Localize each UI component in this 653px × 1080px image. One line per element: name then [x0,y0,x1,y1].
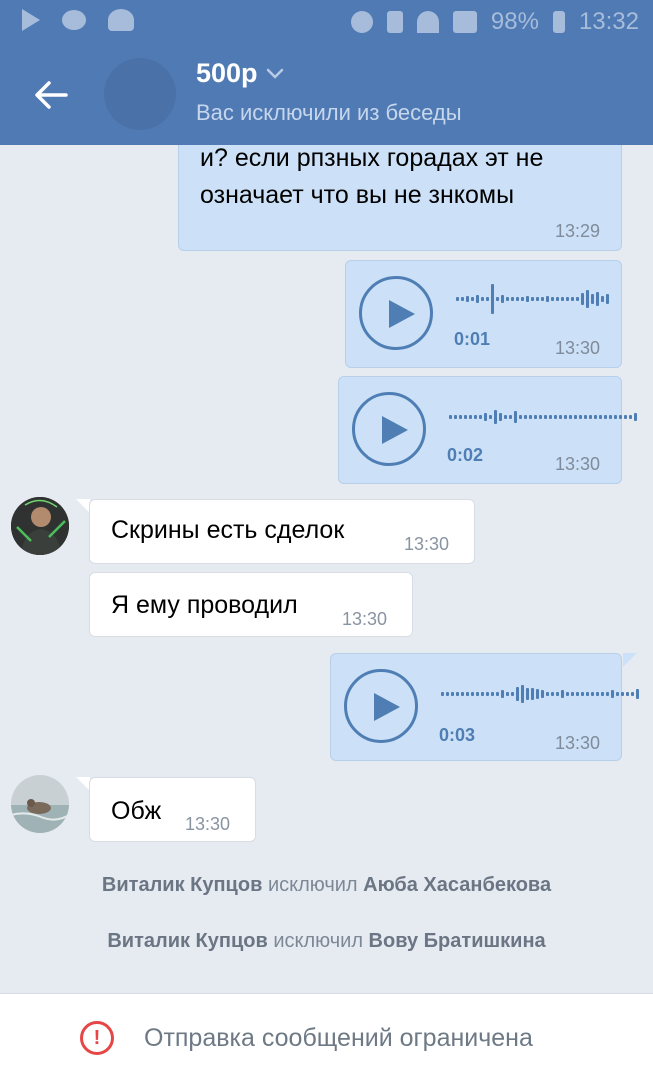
voice-message[interactable]: 0:03 13:30 [330,653,639,761]
back-button[interactable] [28,72,74,118]
play-button[interactable] [344,669,418,743]
message-time: 13:30 [554,338,600,358]
system-action: исключил [273,930,363,952]
waveform[interactable] [441,674,639,714]
voice-duration: 0:01 [454,329,491,349]
voice-duration: 0:03 [439,725,476,745]
conversation-header: 500р Вас исключили из беседы [0,44,653,145]
system-actor[interactable]: Виталик Купцов [107,930,267,952]
system-message: Виталик Купцов исключил Аюба Хасанбекова [0,874,653,897]
message-list[interactable]: и? если рпзных горадах эт не означает чт… [0,145,653,993]
play-button[interactable] [352,392,426,466]
system-message: Виталик Купцов исключил Вову Братишкина [0,930,653,953]
vibrate-icon [386,11,403,33]
message-text-line: означает что вы не знкомы [200,181,515,209]
restricted-notice: Отправка сообщений ограничена [144,1024,533,1052]
top-bar: 98% 13:32 500р Вас исключили из беседы [0,0,653,145]
add-friend-icon [108,9,134,31]
voice-duration: 0:02 [447,445,484,465]
system-actor[interactable]: Виталик Купцов [102,874,262,896]
sender-avatar[interactable] [11,497,69,555]
sender-avatar-image [11,497,69,555]
signal-icon [452,11,477,33]
back-arrow-icon [35,81,68,109]
chat-icon [62,10,86,30]
message-time: 13:30 [342,609,388,629]
wifi-icon [416,11,439,33]
warning-icon: ! [80,1021,114,1055]
battery-percent: 98% [490,8,539,35]
sender-avatar[interactable] [11,775,69,833]
message-bubble-incoming[interactable]: Обж 13:30 [89,777,256,842]
bubble-tail [76,499,90,513]
message-time: 13:30 [185,814,231,834]
bottom-bar: ! Отправка сообщений ограничена [0,993,653,1080]
system-target[interactable]: Аюба Хасанбекова [363,874,551,896]
voice-message[interactable]: 0:01 13:30 [345,260,622,368]
status-bar: 98% 13:32 [0,0,653,44]
status-time: 13:32 [578,8,639,35]
waveform[interactable] [449,397,637,437]
voice-message[interactable]: 0:02 13:30 [338,376,637,484]
conversation-avatar[interactable] [104,58,176,130]
message-text-line: и? если рпзных горадах эт не [200,145,544,172]
chevron-down-icon [266,68,283,79]
message-time: 13:30 [554,454,600,474]
message-time: 13:30 [554,733,600,753]
conversation-subtitle: Вас исключили из беседы [196,100,462,125]
message-text: Я ему проводил [111,591,298,619]
message-bubble-incoming[interactable]: Скрины есть сделок 13:30 [89,499,475,564]
message-text: Обж [111,797,162,825]
battery-icon [552,11,565,33]
conversation-title-button[interactable]: 500р [196,58,284,89]
message-time: 13:30 [404,534,450,554]
bubble-tail [623,653,637,667]
system-target[interactable]: Вову Братишкина [369,930,546,952]
waveform[interactable] [456,279,609,319]
sender-avatar-image [11,775,69,833]
headphones-icon [350,11,373,33]
play-icon [22,9,40,31]
conversation-title: 500р [196,58,258,88]
bubble-tail [76,777,90,791]
play-button[interactable] [359,276,433,350]
message-bubble-incoming[interactable]: Я ему проводил 13:30 [89,572,413,637]
system-action: исключил [267,874,358,896]
message-time: 13:29 [554,221,600,241]
message-text: Скрины есть сделок [111,516,345,544]
message-bubble-outgoing[interactable]: и? если рпзных горадах эт не означает чт… [178,145,622,251]
